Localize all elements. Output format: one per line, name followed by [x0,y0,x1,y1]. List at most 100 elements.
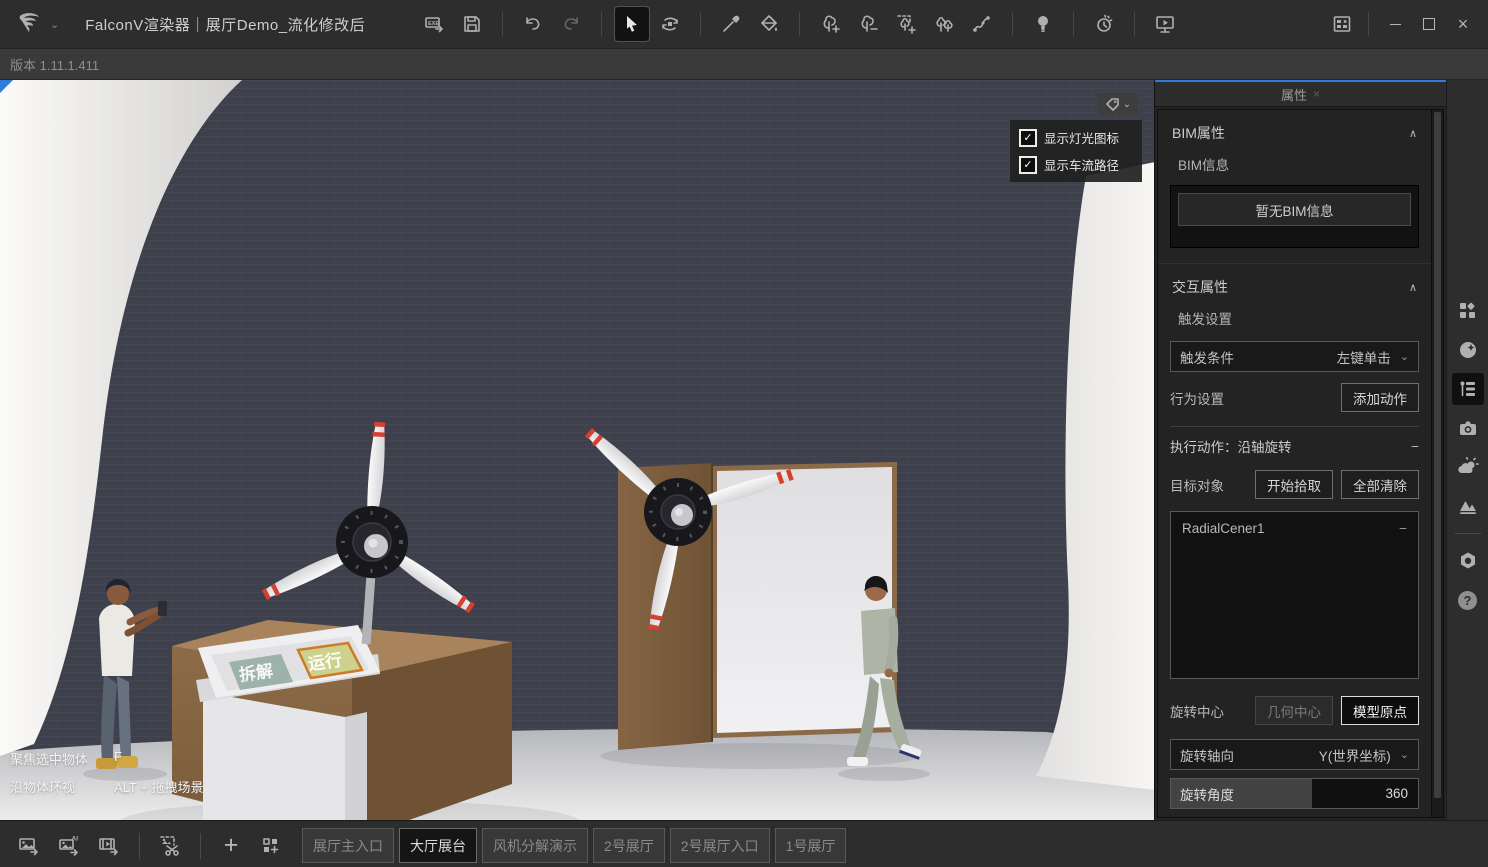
checkbox-checked-icon[interactable]: ✓ [1019,156,1037,174]
manage-viewpoints-icon[interactable] [254,829,288,863]
exhibit-table[interactable]: 拆解 运行 [172,620,512,820]
rotation-angle-value: 360 [1385,786,1418,801]
settings-icon[interactable] [1452,545,1484,577]
export-video-icon[interactable] [92,829,126,863]
vegetation-group-icon[interactable] [927,7,961,41]
target-list-item[interactable]: RadialCener1 − [1182,521,1407,536]
help-icon[interactable]: ? [1452,584,1484,616]
redo-icon[interactable] [554,7,588,41]
remove-vegetation-icon[interactable] [851,7,885,41]
panel-scrollbar[interactable] [1431,110,1443,817]
interaction-section-header[interactable]: 交互属性 ∧ [1158,264,1431,303]
divider [1170,426,1419,427]
tab-close-icon[interactable]: × [1313,87,1320,101]
bim-info-box: 暂无BIM信息 [1170,185,1419,248]
save-icon[interactable] [455,7,489,41]
viewpoint-label: 风机分解演示 [493,836,577,856]
export-exe-icon[interactable]: EXE [417,7,451,41]
display-options-button[interactable]: ⌄ [1098,93,1138,115]
toolbar-divider [1134,12,1135,36]
toggle-light-icons[interactable]: ✓ 显示灯光图标 [1019,128,1133,147]
viewpoint-main-entrance[interactable]: 展厅主入口 [302,828,394,863]
target-object-list[interactable]: RadialCener1 − [1170,511,1419,679]
bim-info-label: BIM信息 [1158,149,1431,180]
minimize-icon [1390,24,1401,25]
viewpoint-label: 1号展厅 [786,836,836,856]
collapse-icon[interactable]: ∧ [1409,127,1417,140]
undo-icon[interactable] [516,7,550,41]
trigger-condition-select[interactable]: 触发条件 左键单击 ⌄ [1170,341,1419,372]
toggle-traffic-paths[interactable]: ✓ 显示车流路径 [1019,155,1133,174]
viewpoint-hall2[interactable]: 2号展厅 [593,828,665,863]
presentation-mode-icon[interactable] [1148,7,1182,41]
hint-orbit: 沿物体环视 ALT + 拖拽场景 [10,777,203,796]
select-tool-icon[interactable] [615,7,649,41]
rotation-angle-input[interactable]: 旋转角度 360 [1170,778,1419,809]
tab-properties[interactable]: 属性 [1281,85,1307,104]
add-action-button[interactable]: 添加动作 [1341,383,1419,412]
time-of-day-icon[interactable] [1087,7,1121,41]
viewpoint-label: 2号展厅入口 [681,836,759,856]
terrain-icon[interactable] [1452,490,1484,522]
weather-icon[interactable] [1452,451,1484,483]
falconv-logo-icon [14,9,44,39]
rotation-axis-select[interactable]: 旋转轴向 Y(世界坐标) ⌄ [1170,739,1419,770]
region-vegetation-icon[interactable] [889,7,923,41]
minimize-button[interactable] [1378,7,1412,41]
close-button[interactable]: × [1446,7,1480,41]
scrollbar-thumb[interactable] [1434,112,1441,798]
hint-focus-label: 聚焦选中物体 [10,749,106,768]
center-origin-button[interactable]: 模型原点 [1341,696,1419,725]
center-geometric-button[interactable]: 几何中心 [1255,696,1333,725]
layout-toggle-icon[interactable] [1325,7,1359,41]
camera-icon[interactable] [1452,412,1484,444]
path-tool-icon[interactable] [965,7,999,41]
toolbar-divider [1073,12,1074,36]
action-title: 执行动作：沿轴旋转 [1170,436,1292,456]
viewpoint-hall2-entrance[interactable]: 2号展厅入口 [670,828,770,863]
scene-canvas[interactable]: 拆解 运行 [0,80,1154,820]
properties-panel: 属性 × BIM属性 ∧ BIM信息 暂无BIM信息 交互属性 [1154,80,1446,820]
rotation-center-label: 旋转中心 [1170,701,1224,721]
hint-focus-key: F [114,749,122,768]
svg-text:EXE: EXE [428,21,439,27]
target-object-label: 目标对象 [1170,475,1224,495]
assets-library-icon[interactable] [1452,295,1484,327]
remove-target-icon[interactable]: − [1399,521,1407,536]
start-pick-button[interactable]: 开始拾取 [1255,470,1333,499]
bim-empty-message: 暂无BIM信息 [1178,193,1411,226]
window-controls: × [1325,7,1488,41]
viewpoint-label: 展厅主入口 [313,836,383,856]
hint-orbit-key: ALT + 拖拽场景 [114,777,203,796]
right-rail: ? [1446,80,1488,820]
checkbox-checked-icon[interactable]: ✓ [1019,129,1037,147]
viewpoint-turbine-demo[interactable]: 风机分解演示 [482,828,588,863]
maximize-button[interactable] [1412,7,1446,41]
viewport-3d[interactable]: 拆解 运行 [0,80,1154,820]
viewpoint-hall1[interactable]: 1号展厅 [775,828,847,863]
app-menu[interactable]: ⌄ [0,9,69,39]
light-tool-icon[interactable] [1026,7,1060,41]
viewpoint-hall-stage[interactable]: 大厅展台 [399,828,477,863]
export-image-icon[interactable] [12,829,46,863]
scene-structure-icon[interactable] [1452,373,1484,405]
plus-icon: + [224,833,239,858]
bim-section-title: BIM属性 [1172,123,1225,143]
paint-fill-tool-icon[interactable] [752,7,786,41]
add-vegetation-icon[interactable] [813,7,847,41]
toggle-light-icons-label: 显示灯光图标 [1044,128,1119,147]
orbit-tool-icon[interactable] [653,7,687,41]
remove-action-icon[interactable]: − [1411,439,1419,454]
eyedropper-tool-icon[interactable] [714,7,748,41]
bim-section-header[interactable]: BIM属性 ∧ [1158,110,1431,149]
add-action-label: 添加动作 [1353,388,1407,408]
clear-all-button[interactable]: 全部清除 [1341,470,1419,499]
close-icon: × [1458,14,1469,35]
material-sphere-icon[interactable] [1452,334,1484,366]
window-title: FalconV渲染器｜展厅Demo_流化修改后 [85,14,365,35]
export-ai-image-icon[interactable]: AI [52,829,86,863]
add-viewpoint-icon[interactable]: + [214,829,248,863]
crop-screenshot-icon[interactable] [153,829,187,863]
collapse-icon[interactable]: ∧ [1409,281,1417,294]
clear-all-label: 全部清除 [1353,475,1407,495]
